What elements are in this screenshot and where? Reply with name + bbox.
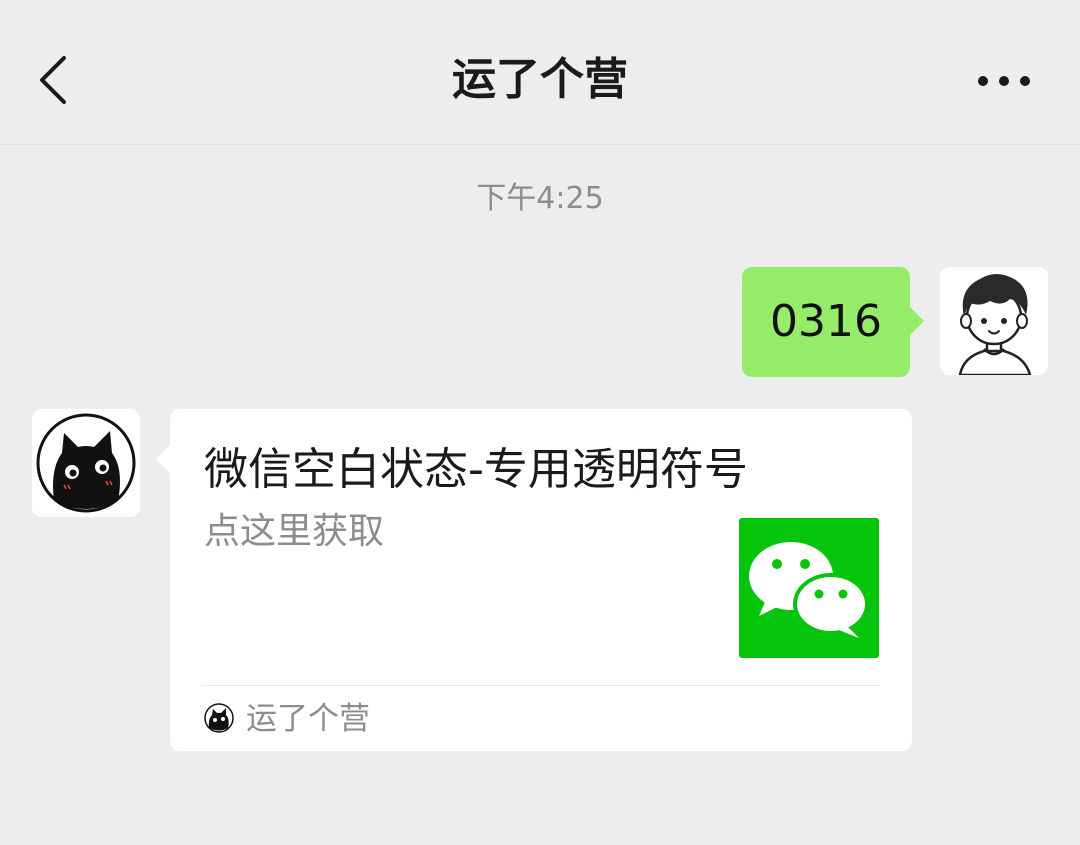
black-cat-avatar-icon — [32, 409, 140, 517]
chat-header: 运了个营 — [0, 0, 1080, 145]
link-card-description: 点这里获取 — [204, 511, 385, 552]
link-card-title: 微信空白状态-专用透明符号 — [204, 444, 748, 495]
message-timestamp: 下午4:25 — [476, 181, 604, 216]
sent-message-bubble[interactable]: 0316 — [742, 267, 924, 377]
sender-avatar[interactable] — [32, 409, 140, 517]
chat-screen: 运了个营 下午4:25 0316 微信空白状态-专用透明符号 点这里获取 运了个… — [0, 0, 1080, 845]
link-card-thumbnail — [739, 518, 879, 658]
link-card-source: 运了个营 — [246, 701, 370, 737]
link-card[interactable]: 微信空白状态-专用透明符号 点这里获取 运了个营 — [156, 409, 912, 751]
chat-title: 运了个营 — [452, 54, 628, 105]
source-icon — [204, 703, 234, 733]
card-divider — [202, 685, 880, 686]
more-button[interactable] — [968, 60, 1040, 102]
wechat-logo-icon — [739, 518, 879, 658]
sent-message-text: 0316 — [770, 296, 882, 347]
black-cat-source-icon — [204, 703, 234, 733]
my-avatar[interactable] — [940, 267, 1048, 375]
more-dots-icon — [978, 76, 1030, 86]
boy-avatar-icon — [940, 267, 1048, 375]
